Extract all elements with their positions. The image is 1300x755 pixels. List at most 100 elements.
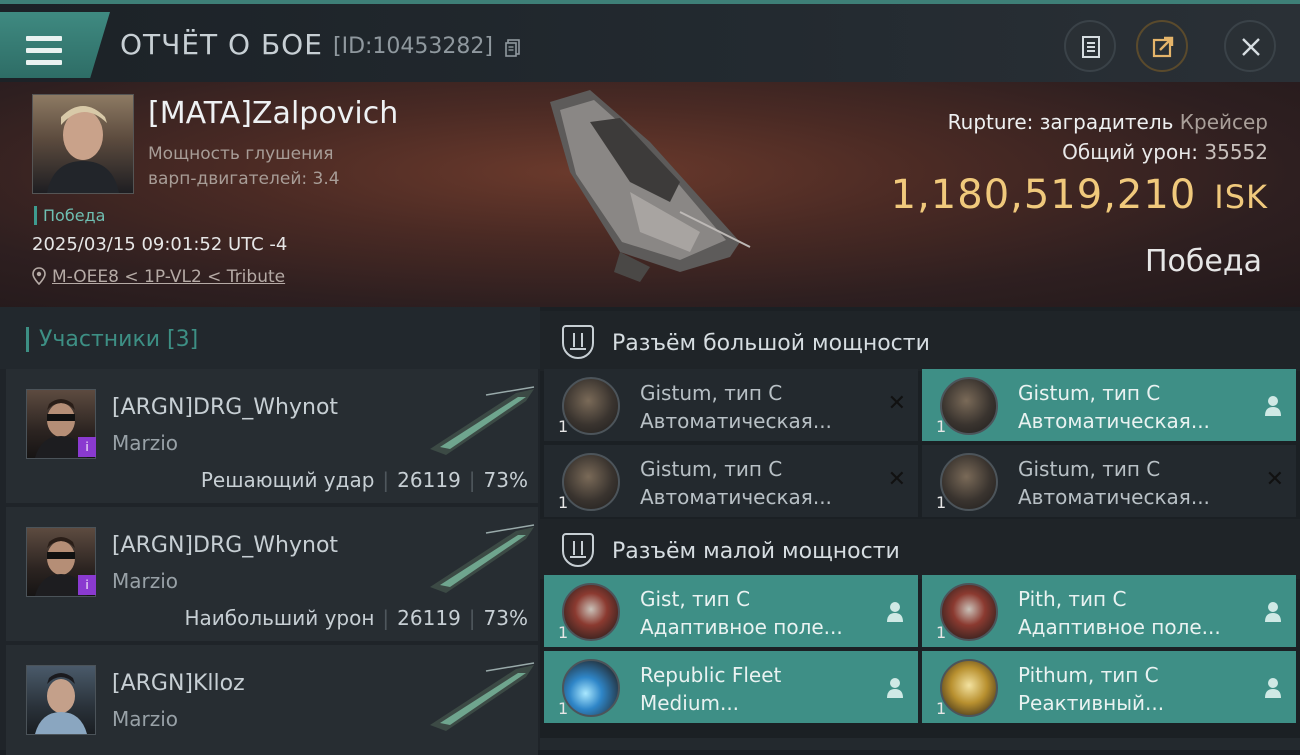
report-id: [ID:10453282] [333, 34, 493, 59]
damage-value: 35552 [1204, 140, 1268, 164]
low-slot-header: Разъём малой мощности [540, 519, 1300, 579]
module-qty: 1 [558, 623, 569, 642]
participant-name[interactable]: [ARGN]DRG_Whynot [112, 533, 338, 558]
clipboard-icon [1082, 36, 1100, 58]
module-desc: Автоматическая... [640, 409, 832, 433]
destroyed-icon: ✕ [1265, 467, 1284, 492]
module-name: Gistum, тип C [1018, 457, 1161, 481]
hamburger-icon [26, 36, 62, 66]
module-desc: Адаптивное поле... [640, 615, 843, 639]
location-link[interactable]: M-OEE8 < 1P-VL2 < Tribute [52, 267, 285, 287]
participant-row[interactable]: i [ARGN]DRG_Whynot Marzio Наибольший уро… [6, 507, 538, 641]
module-name: Republic Fleet [640, 663, 782, 687]
module-name: Gist, тип C [640, 587, 751, 611]
module-qty: 1 [936, 623, 947, 642]
destroyed-icon: ✕ [887, 467, 906, 492]
ship-icon [430, 662, 535, 731]
high-slot-header: Разъём большой мощности [540, 311, 1300, 371]
clipboard-button[interactable] [1064, 20, 1116, 72]
warp-scram-strength: Мощность глушения варп-двигателей: 3.4 [148, 142, 340, 192]
module-slot[interactable]: 1 Pithum, тип C Реактивный... [922, 651, 1296, 723]
module-slot[interactable]: 1 Gist, тип C Адаптивное поле... [544, 575, 918, 647]
export-icon [1152, 36, 1174, 58]
participant-damage: 26119 [397, 606, 461, 630]
high-slot-icon [562, 325, 594, 359]
module-name: Gistum, тип C [640, 381, 783, 405]
autocannon-icon [562, 377, 620, 435]
autocannon-icon [562, 453, 620, 511]
person-icon [1265, 396, 1281, 416]
export-button[interactable] [1136, 20, 1188, 72]
warp-label-line-2: варп-двигателей: 3.4 [148, 169, 340, 189]
low-slot-title: Разъём малой мощности [612, 539, 900, 564]
high-slot-title: Разъём большой мощности [612, 331, 930, 356]
participant-corp: Marzio [112, 707, 179, 731]
menu-button[interactable] [0, 12, 110, 78]
module-qty: 1 [936, 417, 947, 436]
copy-icon[interactable] [505, 39, 521, 57]
module-desc: Автоматическая... [640, 485, 832, 509]
module-qty: 1 [936, 493, 947, 512]
participant-row[interactable]: [ARGN]Klloz Marzio [6, 645, 538, 755]
participants-panel: Участники [3] i [ARGN]DRG_Whynot Marzio … [0, 307, 540, 755]
shield-hardener-icon [562, 583, 620, 641]
kill-datetime: 2025/03/15 09:01:52 UTC -4 [32, 234, 288, 255]
low-slot-icon [562, 533, 594, 567]
module-name: Pith, тип C [1018, 587, 1127, 611]
participant-avatar [26, 665, 96, 735]
participant-name[interactable]: [ARGN]DRG_Whynot [112, 395, 338, 420]
victim-panel: [MATA]Zalpovich Мощность глушения варп-д… [0, 82, 1300, 307]
ship-icon [430, 386, 535, 455]
module-qty: 1 [558, 493, 569, 512]
battle-result: Победа [1145, 244, 1262, 279]
autocannon-icon [940, 377, 998, 435]
participant-name[interactable]: [ARGN]Klloz [112, 671, 245, 696]
person-icon [1265, 678, 1281, 698]
module-slot[interactable]: 1 Gistum, тип C Автоматическая... ✕ [544, 369, 918, 441]
module-qty: 1 [558, 417, 569, 436]
participant-stats: Наибольший урон | 26119 | 73% [184, 606, 528, 630]
ship-name: Rupture: заградитель [947, 110, 1174, 134]
close-icon [1242, 38, 1260, 56]
module-slot[interactable]: 1 Gistum, тип C Автоматическая... ✕ [544, 445, 918, 517]
module-desc: Адаптивное поле... [1018, 615, 1221, 639]
participant-damage: 26119 [397, 468, 461, 492]
participant-role: Наибольший урон [184, 606, 375, 630]
page-title: ОТЧЁТ О БОЕ [120, 28, 323, 61]
info-badge[interactable]: i [78, 575, 96, 595]
kill-location[interactable]: M-OEE8 < 1P-VL2 < Tribute [32, 267, 285, 287]
info-badge[interactable]: i [78, 437, 96, 457]
ship-render [550, 90, 751, 282]
participants-title: Участники [3] [26, 327, 198, 352]
total-damage: Общий урон: 35552 [1062, 140, 1268, 164]
victim-name[interactable]: [MATA]Zalpovich [148, 96, 398, 131]
module-qty: 1 [936, 699, 947, 718]
participant-stats: Решающий удар | 26119 | 73% [200, 468, 528, 492]
module-qty: 1 [558, 699, 569, 718]
destroyed-icon: ✕ [887, 391, 906, 416]
victim-avatar[interactable] [32, 94, 134, 194]
module-slot[interactable]: 1 Gistum, тип C Автоматическая... ✕ [922, 445, 1296, 517]
module-desc: Medium... [640, 691, 740, 715]
module-desc: Реактивный... [1018, 691, 1165, 715]
close-button[interactable] [1224, 20, 1276, 72]
person-icon [887, 602, 903, 622]
isk-amount: 1,180,519,210 [890, 172, 1197, 218]
status-badge: Победа [34, 206, 105, 225]
participant-row[interactable]: i [ARGN]DRG_Whynot Marzio Решающий удар |… [6, 369, 538, 503]
module-slot[interactable]: 1 Gistum, тип C Автоматическая... [922, 369, 1296, 441]
top-bar: ОТЧЁТ О БОЕ [ID:10453282] [0, 0, 1300, 82]
participant-corp: Marzio [112, 431, 179, 455]
shield-hardener-icon [940, 583, 998, 641]
module-desc: Автоматическая... [1018, 409, 1210, 433]
module-slot[interactable]: 1 Republic Fleet Medium... [544, 651, 918, 723]
module-slot[interactable]: 1 Pith, тип C Адаптивное поле... [922, 575, 1296, 647]
portrait-icon [47, 106, 119, 193]
damage-label: Общий урон: [1062, 140, 1199, 164]
next-section-peek [540, 738, 1300, 750]
armor-repairer-icon [562, 659, 620, 717]
reactive-hardener-icon [940, 659, 998, 717]
portrait-icon [35, 673, 87, 734]
ship-info[interactable]: Rupture: заградитель Крейсер [948, 110, 1268, 134]
participant-percent: 73% [483, 468, 528, 492]
